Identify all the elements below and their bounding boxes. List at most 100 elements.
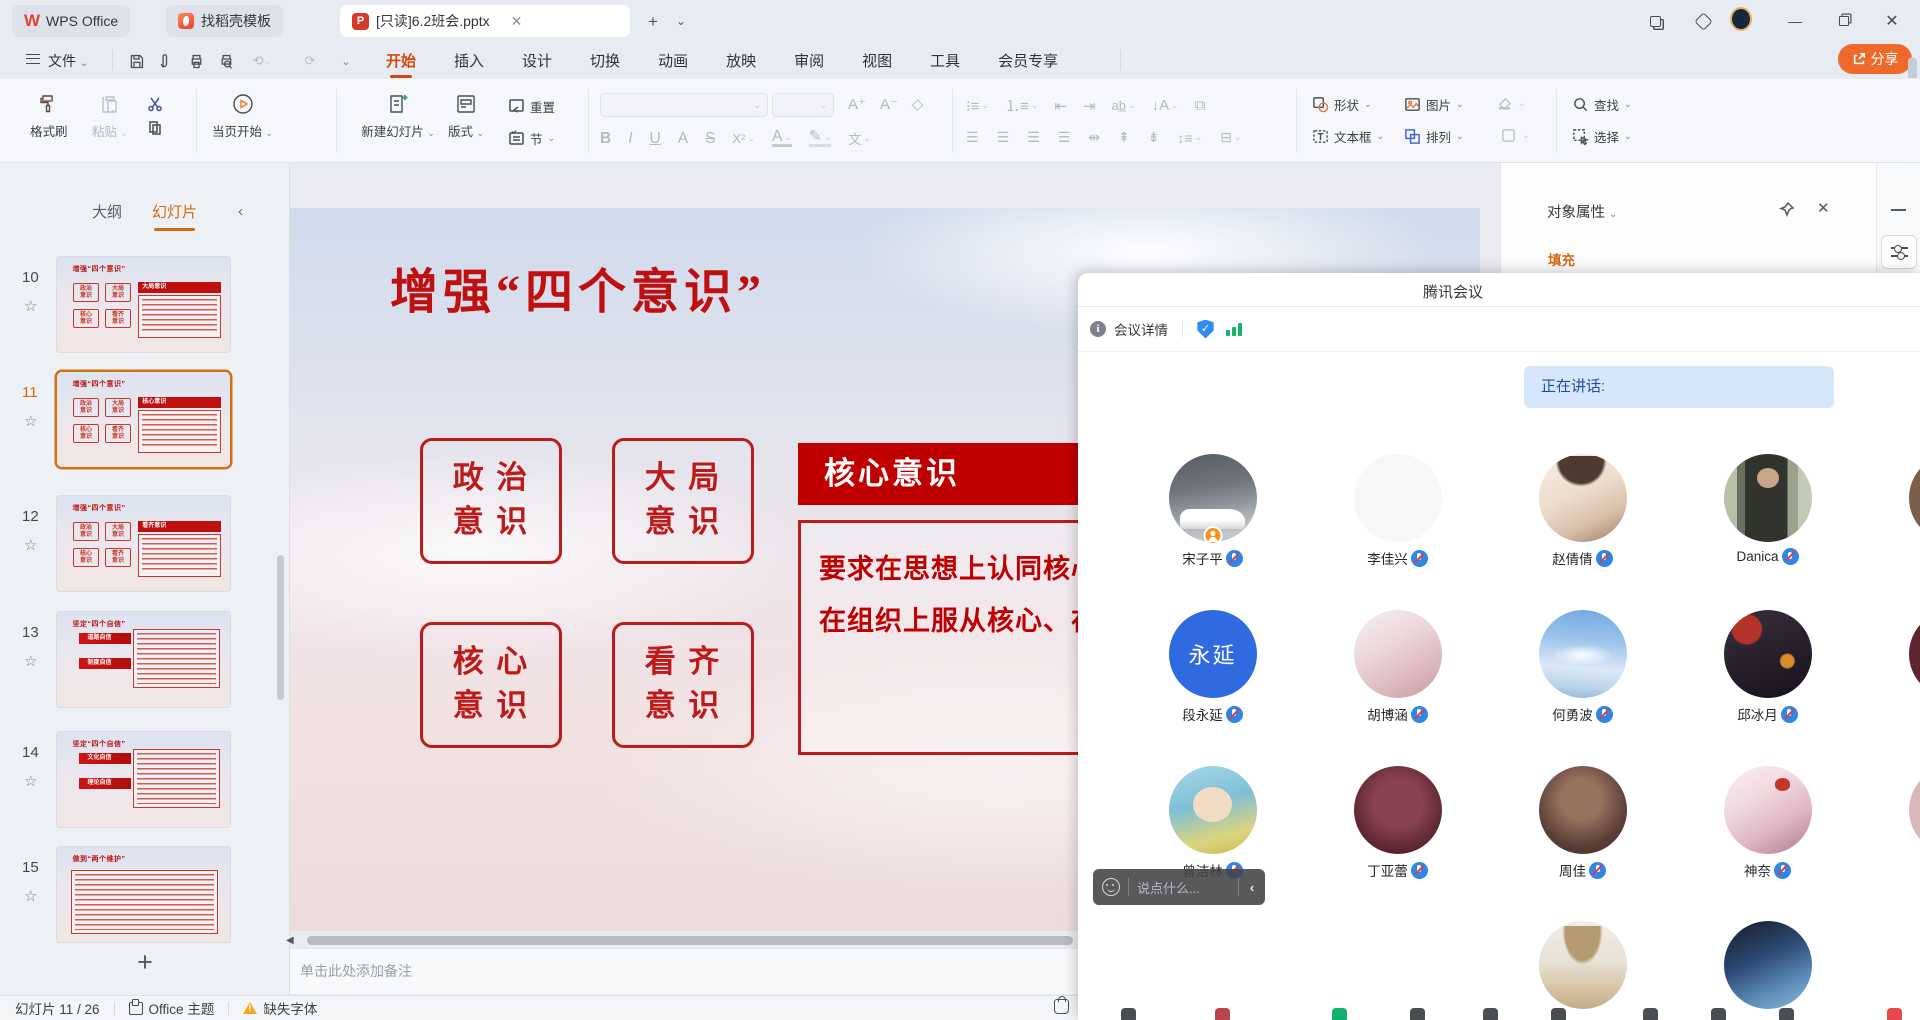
slide-star-icon[interactable]: ☆ [24, 412, 37, 430]
numbered-list-icon[interactable]: ⒈≡ ⌄ [1005, 95, 1038, 116]
minimize-button[interactable]: — [1784, 10, 1806, 32]
align-left-icon[interactable]: ☰ [966, 129, 979, 146]
slide-star-icon[interactable]: ☆ [24, 536, 37, 554]
align-center-icon[interactable]: ☰ [997, 129, 1010, 146]
participant-李佳兴[interactable]: 李佳兴 [1305, 454, 1490, 568]
mic-icon[interactable] [1121, 1008, 1136, 1020]
doc-icon[interactable] [1551, 1008, 1566, 1020]
align-right-icon[interactable]: ☰ [1027, 129, 1040, 146]
record-icon[interactable] [1711, 1008, 1726, 1020]
menu-hamburger-icon[interactable] [26, 54, 40, 64]
decrease-indent-icon[interactable]: ⇤ [1054, 97, 1067, 115]
slide-thumbnail-12[interactable]: 增强“四个意识”政治意识大局意识核心意识看齐意识看齐意识 [57, 496, 230, 591]
leave-icon[interactable] [1887, 1008, 1902, 1020]
participant-周佳[interactable]: 周佳 [1490, 766, 1675, 880]
paste-button[interactable]: 粘贴 ⌄ [92, 91, 128, 140]
tabs-overview-icon[interactable] [1644, 10, 1666, 32]
meeting-details-button[interactable]: 会议详情 [1114, 319, 1168, 339]
strikethrough-button[interactable]: S [705, 130, 715, 148]
slide-box-core[interactable]: 核 心意 识 [420, 622, 562, 748]
italic-button[interactable]: I [628, 130, 632, 148]
font-color-button[interactable]: A ⌄ [772, 130, 792, 147]
close-button[interactable]: ✕ [1881, 10, 1903, 32]
presenter-tools-icon[interactable] [1054, 999, 1069, 1014]
print-preview-icon[interactable] [216, 51, 236, 71]
collapse-strip-icon[interactable] [1891, 209, 1906, 211]
fill-bucket-icon[interactable]: ⌄ [1496, 95, 1526, 112]
notes-area[interactable]: 单击此处添加备注 [290, 948, 1080, 994]
security-shield-icon[interactable]: ✓ [1197, 320, 1214, 339]
phonetic-guide-button[interactable]: 文 ⌄ [848, 129, 871, 148]
horizontal-scrollbar[interactable] [307, 936, 1073, 945]
menu-item-工具[interactable]: 工具 [930, 50, 960, 71]
file-menu[interactable]: 文件 ⌄ [48, 51, 88, 71]
slide-thumbnail-15[interactable]: 做到“两个维护” [57, 847, 230, 942]
highlight-button[interactable]: ✎ ⌄ [809, 130, 832, 147]
new-slide-button[interactable]: 新建幻灯片 ⌄ [352, 91, 444, 140]
participant-曾洁林[interactable]: 曾洁林 [1120, 766, 1305, 880]
section-button[interactable]: 节 ⌄ [508, 129, 555, 148]
participant-partial[interactable] [1860, 454, 1920, 542]
font-name-select[interactable]: ⌄ [600, 93, 768, 117]
restore-button[interactable] [1833, 10, 1855, 32]
chat-collapse-icon[interactable]: ‹ [1239, 880, 1265, 895]
participant-赵倩倩[interactable]: 赵倩倩 [1490, 454, 1675, 568]
slide-box-align[interactable]: 看 齐意 识 [612, 622, 754, 748]
slide-thumbnail-11[interactable]: 增强“四个意识”政治意识大局意识核心意识看齐意识核心意识 [57, 372, 230, 467]
properties-title[interactable]: 对象属性 ⌄ [1547, 201, 1617, 222]
menu-item-审阅[interactable]: 审阅 [794, 50, 824, 71]
participant-胡博涵[interactable]: 胡博涵 [1305, 610, 1490, 724]
increase-indent-icon[interactable]: ⇥ [1083, 97, 1096, 115]
chat-quickbar[interactable]: 说点什么... ‹ [1093, 869, 1265, 905]
clear-format-icon[interactable]: ◇ [912, 95, 924, 113]
menu-item-会员专享[interactable]: 会员专享 [998, 50, 1058, 71]
menu-item-动画[interactable]: 动画 [658, 50, 688, 71]
export-pdf-icon[interactable] [156, 51, 176, 71]
tab-wps-home[interactable]: W WPS Office [12, 5, 130, 37]
undo-icon[interactable]: ⟲ ⌄ [252, 51, 272, 71]
sidebar-scrollbar[interactable] [277, 555, 284, 700]
shapes-button[interactable]: 形状 ⌄ [1312, 95, 1372, 114]
text-direction-icon[interactable]: ↓A ⌄ [1152, 97, 1179, 114]
copy-icon[interactable] [146, 119, 164, 137]
justify-icon[interactable]: ☰ [1058, 129, 1071, 146]
app-icon[interactable] [1643, 1008, 1658, 1020]
share-screen-icon[interactable] [1332, 1008, 1347, 1020]
close-panel-icon[interactable]: ✕ [1817, 199, 1830, 217]
setting-icon[interactable] [1779, 1008, 1794, 1020]
reset-button[interactable]: 重置 [508, 97, 555, 116]
participant-何勇波[interactable]: 何勇波 [1490, 610, 1675, 724]
menu-item-开始[interactable]: 开始 [386, 50, 416, 71]
slide-thumbnail-10[interactable]: 增强“四个意识”政治意识大局意识核心意识看齐意识大局意识 [57, 257, 230, 352]
participant-partial[interactable] [1860, 766, 1920, 854]
tab-list-dropdown[interactable]: ⌄ [676, 14, 686, 28]
format-painter-button[interactable]: 格式刷 [30, 91, 68, 140]
chat-input-placeholder[interactable]: 说点什么... [1129, 878, 1238, 897]
quickbar-dropdown-icon[interactable]: ⌄ [336, 51, 356, 71]
account-avatar[interactable] [1730, 8, 1752, 30]
slide-thumbnail-13[interactable]: 坚定“四个自信”道路自信制度自信 [57, 612, 230, 707]
selection-pane-icon[interactable]: ⧉ [1195, 97, 1206, 114]
underline-button[interactable]: U [650, 130, 661, 148]
hscroll-left-arrow[interactable]: ◀ [286, 935, 294, 946]
find-button[interactable]: 查找 ⌄ [1572, 95, 1632, 114]
missing-font-label[interactable]: 缺失字体 [263, 998, 317, 1018]
tab-docer[interactable]: 找稻壳模板 [166, 5, 283, 37]
menu-item-切换[interactable]: 切换 [590, 50, 620, 71]
slide-layout-button[interactable]: 版式 ⌄ [448, 91, 484, 140]
redo-icon[interactable]: ⟳ [300, 51, 320, 71]
char-spacing-button[interactable]: A [678, 130, 688, 148]
theme-label[interactable]: Office 主题 [149, 998, 215, 1018]
menu-item-视图[interactable]: 视图 [862, 50, 892, 71]
bold-button[interactable]: B [600, 130, 611, 148]
tab-close-icon[interactable]: ✕ [511, 13, 523, 30]
row-spacing-icon[interactable]: ⇞ [1118, 129, 1130, 146]
arrange-button[interactable]: 排列 ⌄ [1404, 127, 1464, 146]
tab-document-active[interactable]: P [只读]6.2班会.pptx ✕ [340, 5, 630, 37]
pictures-button[interactable]: 图片 ⌄ [1404, 95, 1464, 114]
slide-box-overall[interactable]: 大 局意 识 [612, 438, 754, 564]
textbox-button[interactable]: 文本框 ⌄ [1312, 127, 1384, 146]
bullet-list-icon[interactable]: ⁝≡ ⌄ [966, 97, 989, 115]
play-from-current-button[interactable]: 当页开始 ⌄ [212, 91, 273, 140]
save-icon[interactable] [126, 51, 146, 71]
